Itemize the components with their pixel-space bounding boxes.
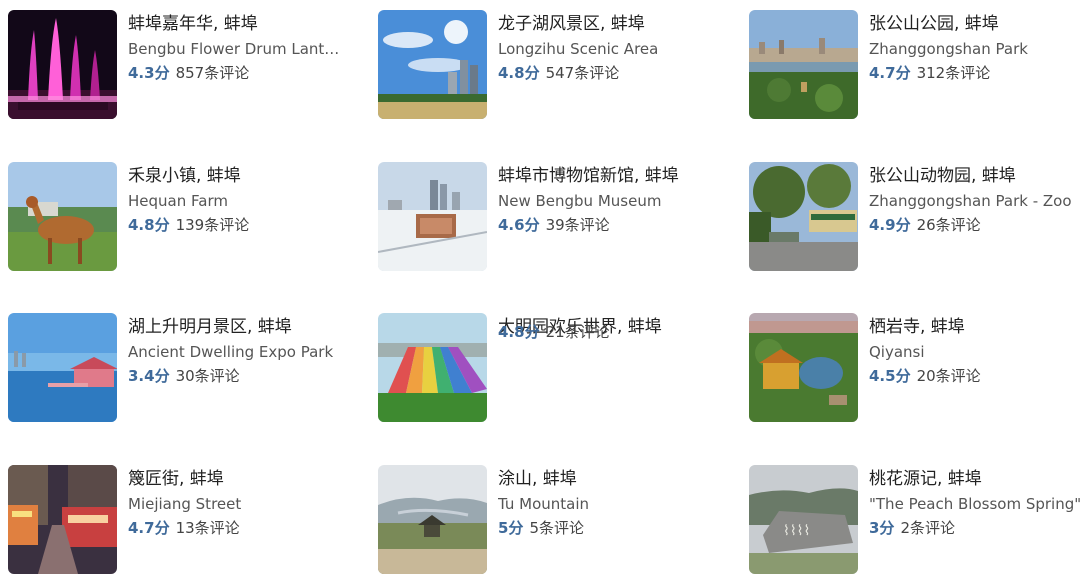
place-english-name: Ancient Dwelling Expo Park <box>128 343 334 361</box>
lake-skyline-photo[interactable] <box>378 10 487 119</box>
place-title[interactable]: 栖岩寺, 蚌埠 <box>869 315 1080 339</box>
rainbow-slide-photo[interactable] <box>378 313 487 422</box>
mountain-pavilion-photo[interactable] <box>378 465 487 574</box>
place-title[interactable]: 篾匠街, 蚌埠 <box>128 467 358 491</box>
place-review-count: 26条评论 <box>916 216 981 234</box>
place-english-name: Tu Mountain <box>498 495 590 513</box>
stone-sign-photo[interactable]: ⌇⌇⌇⌇ <box>749 465 858 574</box>
svg-text:⌇⌇⌇⌇: ⌇⌇⌇⌇ <box>783 523 810 539</box>
place-english-name: Qiyansi <box>869 343 925 361</box>
place-score: 4.7分 <box>869 64 911 82</box>
museum-snow-photo[interactable] <box>378 162 487 271</box>
place-score: 3.4分 <box>128 367 170 385</box>
place-title[interactable]: 蚌埠市博物馆新馆, 蚌埠 <box>498 164 728 188</box>
place-english-name: Zhanggongshan Park - Zoo <box>869 192 1072 210</box>
place-score: 5分 <box>498 519 524 537</box>
deer-photo[interactable] <box>8 162 117 271</box>
place-english-name: Bengbu Flower Drum Lante... <box>128 40 346 58</box>
place-score: 4.8分 <box>498 323 540 341</box>
park-aerial-photo[interactable] <box>749 10 858 119</box>
place-review-count: 13条评论 <box>175 519 240 537</box>
place-english-name: New Bengbu Museum <box>498 192 662 210</box>
place-title[interactable]: 张公山动物园, 蚌埠 <box>869 164 1080 188</box>
place-score: 4.3分 <box>128 64 170 82</box>
place-review-count: 30条评论 <box>175 367 240 385</box>
place-score: 4.7分 <box>128 519 170 537</box>
lake-pavilion-photo[interactable] <box>8 313 117 422</box>
attractions-grid: 蚌埠嘉年华, 蚌埠 Bengbu Flower Drum Lante... 4.… <box>0 0 1080 580</box>
place-title[interactable]: 涂山, 蚌埠 <box>498 467 728 491</box>
street-night-photo[interactable] <box>8 465 117 574</box>
place-score: 3分 <box>869 519 895 537</box>
place-english-name: Longzihu Scenic Area <box>498 40 659 58</box>
place-review-count: 857条评论 <box>175 64 250 82</box>
place-title[interactable]: 湖上升明月景区, 蚌埠 <box>128 315 358 339</box>
place-english-name: Zhanggongshan Park <box>869 40 1028 58</box>
place-title[interactable]: 蚌埠嘉年华, 蚌埠 <box>128 12 358 36</box>
place-score: 4.8分 <box>498 64 540 82</box>
place-review-count: 2条评论 <box>900 519 955 537</box>
place-english-name: "The Peach Blossom Spring" <box>869 495 1080 513</box>
place-review-count: 5条评论 <box>529 519 584 537</box>
place-review-count: 21条评论 <box>545 323 610 341</box>
place-score: 4.6分 <box>498 216 540 234</box>
place-score: 4.8分 <box>128 216 170 234</box>
zoo-gate-photo[interactable] <box>749 162 858 271</box>
place-english-name: Hequan Farm <box>128 192 228 210</box>
place-score: 4.9分 <box>869 216 911 234</box>
fountain-photo[interactable] <box>8 10 117 119</box>
place-title[interactable]: 禾泉小镇, 蚌埠 <box>128 164 358 188</box>
temple-aerial-photo[interactable] <box>749 313 858 422</box>
place-review-count: 39条评论 <box>545 216 610 234</box>
place-title[interactable]: 龙子湖风景区, 蚌埠 <box>498 12 728 36</box>
place-review-count: 312条评论 <box>916 64 991 82</box>
place-review-count: 139条评论 <box>175 216 250 234</box>
place-review-count: 20条评论 <box>916 367 981 385</box>
place-review-count: 547条评论 <box>545 64 620 82</box>
place-title[interactable]: 桃花源记, 蚌埠 <box>869 467 1080 491</box>
place-english-name: Miejiang Street <box>128 495 242 513</box>
place-score: 4.5分 <box>869 367 911 385</box>
place-title[interactable]: 张公山公园, 蚌埠 <box>869 12 1080 36</box>
